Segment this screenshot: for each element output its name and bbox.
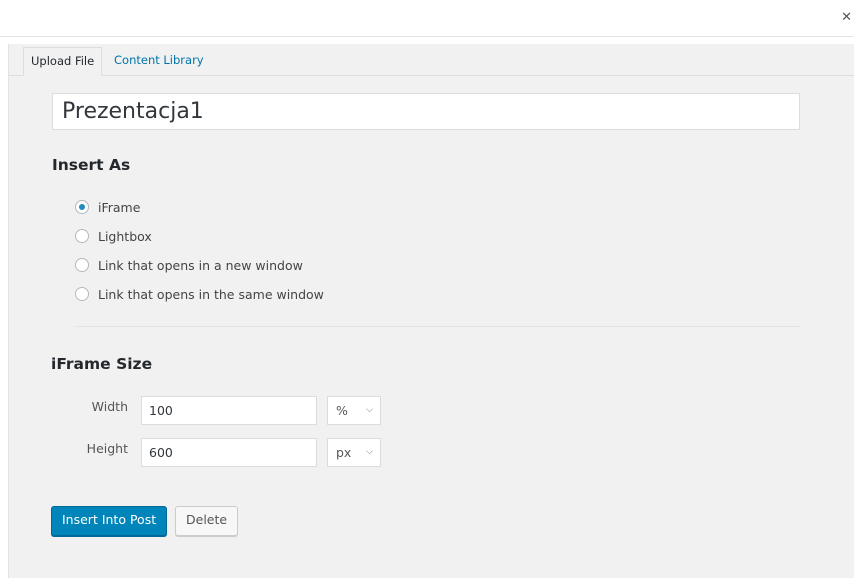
- insert-as-heading: Insert As: [52, 156, 131, 174]
- height-input[interactable]: 600: [141, 438, 317, 467]
- insert-into-post-button[interactable]: Insert Into Post: [51, 506, 168, 536]
- height-label: Height: [86, 441, 128, 456]
- radio-button[interactable]: [75, 287, 89, 301]
- section-divider: [75, 326, 800, 327]
- close-icon[interactable]: ✕: [841, 11, 852, 24]
- radio-label: Link that opens in the same window: [98, 286, 324, 302]
- modal-panel: Upload File Content Library Insert As iF…: [8, 44, 854, 578]
- radio-button[interactable]: [75, 258, 89, 272]
- height-unit-select[interactable]: px ⌵: [327, 438, 381, 467]
- radio-option-same-window[interactable]: Link that opens in the same window: [75, 285, 324, 303]
- width-input[interactable]: 100: [141, 396, 317, 425]
- width-label: Width: [91, 399, 128, 414]
- radio-option-iframe[interactable]: iFrame: [75, 198, 140, 216]
- chevron-down-icon: ⌵: [366, 447, 373, 457]
- modal-header: ✕: [0, 0, 854, 37]
- height-unit-value: px: [336, 445, 352, 460]
- delete-button[interactable]: Delete: [175, 506, 239, 536]
- radio-label: iFrame: [98, 199, 141, 215]
- width-unit-value: %: [336, 403, 348, 418]
- radio-label: Link that opens in a new window: [98, 257, 303, 273]
- radio-option-lightbox[interactable]: Lightbox: [75, 227, 152, 245]
- tab-content-library[interactable]: Content Library: [107, 47, 211, 74]
- radio-option-new-window[interactable]: Link that opens in a new window: [75, 256, 303, 274]
- tab-bar: Upload File Content Library: [9, 44, 854, 76]
- radio-label: Lightbox: [98, 228, 152, 244]
- tab-upload-file[interactable]: Upload File: [23, 47, 103, 76]
- radio-button[interactable]: [75, 229, 89, 243]
- radio-button[interactable]: [75, 200, 89, 214]
- width-unit-select[interactable]: % ⌵: [327, 396, 381, 425]
- iframe-size-heading: iFrame Size: [51, 355, 153, 373]
- title-input[interactable]: [52, 93, 800, 130]
- chevron-down-icon: ⌵: [366, 405, 373, 415]
